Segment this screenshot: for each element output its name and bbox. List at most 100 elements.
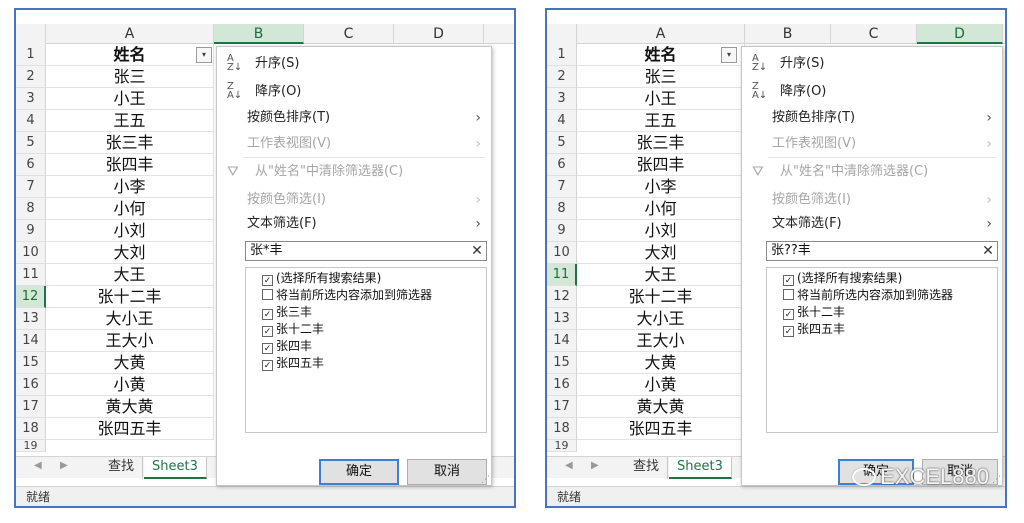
row-number[interactable]: 15: [16, 352, 46, 374]
cell-a[interactable]: 小黄: [46, 374, 214, 396]
row-number[interactable]: 16: [547, 374, 577, 396]
row-number[interactable]: 4: [547, 110, 577, 132]
cell-a[interactable]: 张四五丰: [577, 418, 745, 440]
sort-ascending-item[interactable]: A Z↓ 升序(S): [217, 53, 491, 75]
cell-a[interactable]: 姓名: [577, 44, 745, 66]
sort-descending-item[interactable]: Z A↓ 降序(O): [217, 81, 491, 103]
row-number[interactable]: 5: [547, 132, 577, 154]
cell-a[interactable]: 张四丰: [577, 154, 745, 176]
row-number[interactable]: 6: [547, 154, 577, 176]
cell-a[interactable]: 张四五丰: [46, 418, 214, 440]
row-number[interactable]: 5: [16, 132, 46, 154]
select-all-corner[interactable]: [16, 24, 46, 44]
cell-a[interactable]: 小王: [577, 88, 745, 110]
cell-a[interactable]: 黄大黄: [577, 396, 745, 418]
text-filters-item[interactable]: 文本筛选(F) ›: [742, 213, 1002, 235]
cell-a[interactable]: 张十二丰: [577, 286, 745, 308]
row-number[interactable]: 17: [547, 396, 577, 418]
list-item[interactable]: 将当前所选内容添加到筛选器: [262, 287, 432, 304]
cell-a[interactable]: 大黄: [46, 352, 214, 374]
row-number[interactable]: 7: [16, 176, 46, 198]
cell-a[interactable]: 张三丰: [46, 132, 214, 154]
filter-search-input[interactable]: 张??丰 ✕: [766, 241, 998, 261]
row-number[interactable]: 10: [547, 242, 577, 264]
cell-a[interactable]: 王大小: [46, 330, 214, 352]
column-header-b[interactable]: B: [214, 24, 304, 44]
row-number[interactable]: 3: [547, 88, 577, 110]
cancel-button[interactable]: 取消: [407, 459, 487, 485]
list-item[interactable]: ✓ (选择所有搜索结果): [783, 270, 902, 287]
cell-a[interactable]: 小何: [577, 198, 745, 220]
row-number[interactable]: 14: [547, 330, 577, 352]
cell-a[interactable]: 小刘: [577, 220, 745, 242]
checkbox-checked[interactable]: ✓: [783, 326, 794, 337]
cell-a[interactable]: 黄大黄: [46, 396, 214, 418]
checkbox-checked[interactable]: ✓: [262, 343, 273, 354]
cell-a[interactable]: 张三丰: [577, 132, 745, 154]
sheet-tab-sheet3[interactable]: Sheet3: [669, 457, 732, 479]
checkbox-checked[interactable]: ✓: [262, 360, 273, 371]
row-number[interactable]: 15: [547, 352, 577, 374]
row-number[interactable]: 16: [16, 374, 46, 396]
checkbox-unchecked[interactable]: [783, 289, 794, 300]
text-filters-item[interactable]: 文本筛选(F) ›: [217, 213, 491, 235]
row-number[interactable]: 7: [547, 176, 577, 198]
sheet-tab-sheet3[interactable]: Sheet3: [144, 457, 207, 479]
prev-sheet-arrow-icon[interactable]: ◀: [34, 460, 42, 471]
row-number-selected[interactable]: 11: [547, 264, 577, 286]
checkbox-checked[interactable]: ✓: [262, 326, 273, 337]
row-number[interactable]: 13: [547, 308, 577, 330]
cell-a[interactable]: 大黄: [577, 352, 745, 374]
sheet-tab-find[interactable]: 查找: [625, 457, 669, 479]
prev-sheet-arrow-icon[interactable]: ◀: [565, 460, 573, 471]
cell-a[interactable]: 张四丰: [46, 154, 214, 176]
cell-a[interactable]: 王五: [46, 110, 214, 132]
row-number[interactable]: 1: [547, 44, 577, 66]
clear-search-icon[interactable]: ✕: [469, 243, 485, 259]
row-number[interactable]: 2: [16, 66, 46, 88]
cell-a[interactable]: 张三: [46, 66, 214, 88]
row-number[interactable]: 3: [16, 88, 46, 110]
cell-a[interactable]: 大小王: [46, 308, 214, 330]
list-item[interactable]: ✓ (选择所有搜索结果): [262, 270, 381, 287]
row-number[interactable]: 1: [16, 44, 46, 66]
row-number[interactable]: 9: [16, 220, 46, 242]
row-number[interactable]: 12: [547, 286, 577, 308]
cell-a[interactable]: 大刘: [46, 242, 214, 264]
filter-dropdown-button[interactable]: ▾: [721, 47, 737, 63]
clear-search-icon[interactable]: ✕: [980, 243, 996, 259]
cell-a[interactable]: 姓名: [46, 44, 214, 66]
row-number[interactable]: 9: [547, 220, 577, 242]
checkbox-checked[interactable]: ✓: [262, 309, 273, 320]
cell-a[interactable]: 大小王: [577, 308, 745, 330]
cell-a[interactable]: 小何: [46, 198, 214, 220]
checkbox-checked[interactable]: ✓: [783, 309, 794, 320]
list-item[interactable]: ✓ 张四五丰: [262, 355, 324, 372]
select-all-corner[interactable]: [547, 24, 577, 44]
ok-button[interactable]: 确定: [319, 459, 399, 485]
resize-grip-icon[interactable]: ⋰: [481, 475, 490, 485]
list-item[interactable]: ✓ 张三丰: [262, 304, 312, 321]
filter-search-input[interactable]: 张*丰 ✕: [245, 241, 487, 261]
cell-a[interactable]: 王五: [577, 110, 745, 132]
cell-a[interactable]: 大刘: [577, 242, 745, 264]
sort-ascending-item[interactable]: A Z↓ 升序(S): [742, 53, 1002, 75]
list-item[interactable]: ✓ 张十二丰: [783, 304, 845, 321]
cell-a[interactable]: 小黄: [577, 374, 745, 396]
row-number[interactable]: 6: [16, 154, 46, 176]
row-number[interactable]: 10: [16, 242, 46, 264]
cell-a[interactable]: 大王: [46, 264, 214, 286]
row-number[interactable]: 19: [547, 440, 577, 452]
next-sheet-arrow-icon[interactable]: ▶: [591, 460, 599, 471]
row-number[interactable]: 17: [16, 396, 46, 418]
row-number[interactable]: 13: [16, 308, 46, 330]
column-header-b[interactable]: B: [745, 24, 831, 44]
cell-a[interactable]: 小李: [577, 176, 745, 198]
list-item[interactable]: ✓ 张四丰: [262, 338, 312, 355]
list-item[interactable]: 将当前所选内容添加到筛选器: [783, 287, 953, 304]
checkbox-unchecked[interactable]: [262, 289, 273, 300]
row-number[interactable]: 18: [16, 418, 46, 440]
column-header-a[interactable]: A: [46, 24, 214, 44]
column-header-a[interactable]: A: [577, 24, 745, 44]
row-number[interactable]: 11: [16, 264, 46, 286]
